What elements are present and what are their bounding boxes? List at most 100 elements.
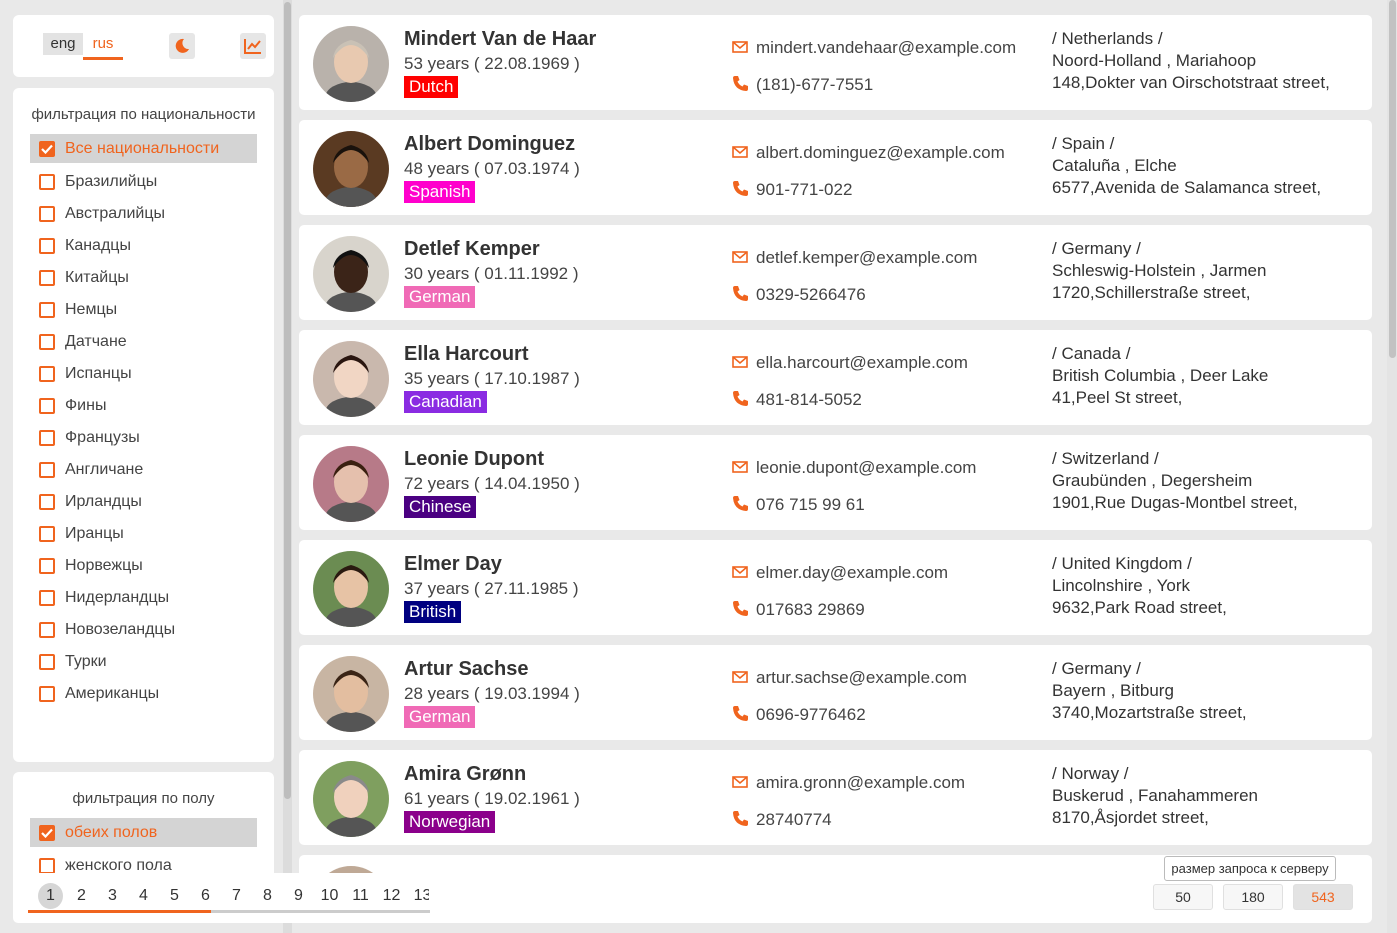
user-country: / United Kingdom /: [1052, 554, 1192, 573]
user-phone[interactable]: (181)-677-7551: [756, 75, 873, 95]
checkbox[interactable]: [39, 654, 55, 670]
checkbox[interactable]: [39, 366, 55, 382]
page-6-button[interactable]: 6: [190, 883, 221, 909]
user-phone[interactable]: 0329-5266476: [756, 285, 866, 305]
page-3-button[interactable]: 3: [97, 883, 128, 909]
page-1-button[interactable]: 1: [35, 883, 66, 909]
checkbox[interactable]: [39, 174, 55, 190]
page-number: 11: [352, 887, 369, 904]
gender-option[interactable]: обеих полов: [30, 818, 257, 847]
checkbox-checked[interactable]: [39, 140, 55, 157]
user-email[interactable]: mindert.vandehaar@example.com: [756, 38, 1016, 58]
nationality-option[interactable]: Датчане: [13, 326, 274, 358]
checkbox[interactable]: [39, 494, 55, 510]
user-card: Mindert Van de Haar 53 years ( 22.08.196…: [299, 15, 1372, 110]
page-scrollbar[interactable]: [1387, 0, 1397, 933]
nationality-option[interactable]: Норвежцы: [13, 550, 274, 582]
checkbox[interactable]: [39, 430, 55, 446]
phone-icon: [733, 811, 748, 826]
request-size-180-button[interactable]: 180: [1223, 884, 1283, 910]
nationality-option[interactable]: Новозеландцы: [13, 614, 274, 646]
user-region: Lincolnshire , York: [1052, 576, 1190, 595]
checkbox[interactable]: [39, 858, 55, 874]
phone-icon: [733, 76, 748, 91]
user-email[interactable]: amira.gronn@example.com: [756, 773, 965, 793]
nationality-option[interactable]: Все национальности: [30, 134, 257, 163]
checkbox[interactable]: [39, 398, 55, 414]
phone-icon: [733, 391, 748, 406]
user-age: 53 years ( 22.08.1969 ): [404, 54, 580, 73]
checkbox[interactable]: [39, 622, 55, 638]
nationality-badge: Chinese: [404, 496, 477, 518]
nationality-option[interactable]: Американцы: [13, 678, 274, 710]
lang-eng-button[interactable]: eng: [43, 33, 83, 55]
mail-icon: [732, 671, 748, 683]
page-number: 13: [413, 887, 429, 904]
checkbox[interactable]: [39, 590, 55, 606]
user-email[interactable]: artur.sachse@example.com: [756, 668, 967, 688]
page-9-button[interactable]: 9: [283, 883, 314, 909]
user-email[interactable]: elmer.day@example.com: [756, 563, 948, 583]
nationality-option[interactable]: Канадцы: [13, 230, 274, 262]
user-phone[interactable]: 017683 29869: [756, 600, 865, 620]
checkbox[interactable]: [39, 334, 55, 350]
stats-button[interactable]: [240, 33, 266, 59]
lang-rus-button[interactable]: rus: [83, 33, 123, 55]
checkbox[interactable]: [39, 302, 55, 318]
nationality-option[interactable]: Китайцы: [13, 262, 274, 294]
sidebar-scrollbar[interactable]: [283, 0, 292, 933]
request-size-543-button[interactable]: 543: [1293, 884, 1353, 910]
user-phone[interactable]: 28740774: [756, 810, 832, 830]
checkbox[interactable]: [39, 462, 55, 478]
sidebar-scrollbar-thumb[interactable]: [284, 2, 291, 799]
nationality-option[interactable]: Иранцы: [13, 518, 274, 550]
nationality-badge: British: [404, 601, 462, 623]
checkbox[interactable]: [39, 238, 55, 254]
page-scrollbar-thumb[interactable]: [1389, 0, 1396, 358]
page-8-button[interactable]: 8: [252, 883, 283, 909]
user-email[interactable]: detlef.kemper@example.com: [756, 248, 977, 268]
user-email[interactable]: albert.dominguez@example.com: [756, 143, 1005, 163]
user-email[interactable]: ella.harcourt@example.com: [756, 353, 968, 373]
page-number: 3: [108, 887, 117, 904]
nationality-option[interactable]: Англичане: [13, 454, 274, 486]
request-size-50-button[interactable]: 50: [1153, 884, 1213, 910]
page-10-button[interactable]: 10: [314, 883, 345, 909]
user-country: / Germany /: [1052, 659, 1141, 678]
check-icon: [41, 144, 53, 154]
user-card: Ella Harcourt 35 years ( 17.10.1987 ) Ca…: [299, 330, 1372, 425]
theme-toggle-button[interactable]: [169, 33, 195, 59]
user-phone[interactable]: 481-814-5052: [756, 390, 862, 410]
user-phone[interactable]: 076 715 99 61: [756, 495, 865, 515]
checkbox[interactable]: [39, 686, 55, 702]
page-number: 4: [139, 887, 148, 904]
nationality-option[interactable]: Фины: [13, 390, 274, 422]
user-region: Buskerud , Fanahammeren: [1052, 786, 1258, 805]
user-phone[interactable]: 901-771-022: [756, 180, 852, 200]
nationality-option[interactable]: Немцы: [13, 294, 274, 326]
checkbox[interactable]: [39, 206, 55, 222]
page-5-button[interactable]: 5: [159, 883, 190, 909]
nationality-option[interactable]: Австралийцы: [13, 198, 274, 230]
checkbox[interactable]: [39, 526, 55, 542]
settings-panel: eng rus: [13, 15, 274, 77]
user-phone[interactable]: 0696-9776462: [756, 705, 866, 725]
checkbox-checked[interactable]: [39, 824, 55, 841]
checkbox[interactable]: [39, 270, 55, 286]
nationality-option[interactable]: Бразилийцы: [13, 166, 274, 198]
page-2-button[interactable]: 2: [66, 883, 97, 909]
nationality-option[interactable]: Турки: [13, 646, 274, 678]
nationality-option[interactable]: Французы: [13, 422, 274, 454]
nationality-option[interactable]: Нидерландцы: [13, 582, 274, 614]
page-12-button[interactable]: 12: [376, 883, 407, 909]
nationality-option[interactable]: Ирландцы: [13, 486, 274, 518]
nationality-option[interactable]: Испанцы: [13, 358, 274, 390]
user-email[interactable]: leonie.dupont@example.com: [756, 458, 976, 478]
page-11-button[interactable]: 11: [345, 883, 376, 909]
page-7-button[interactable]: 7: [221, 883, 252, 909]
phone-icon: [733, 706, 748, 721]
checkbox[interactable]: [39, 558, 55, 574]
page-4-button[interactable]: 4: [128, 883, 159, 909]
pagination-scroll-progress: [28, 910, 211, 913]
page-13-button[interactable]: 13: [407, 883, 429, 909]
